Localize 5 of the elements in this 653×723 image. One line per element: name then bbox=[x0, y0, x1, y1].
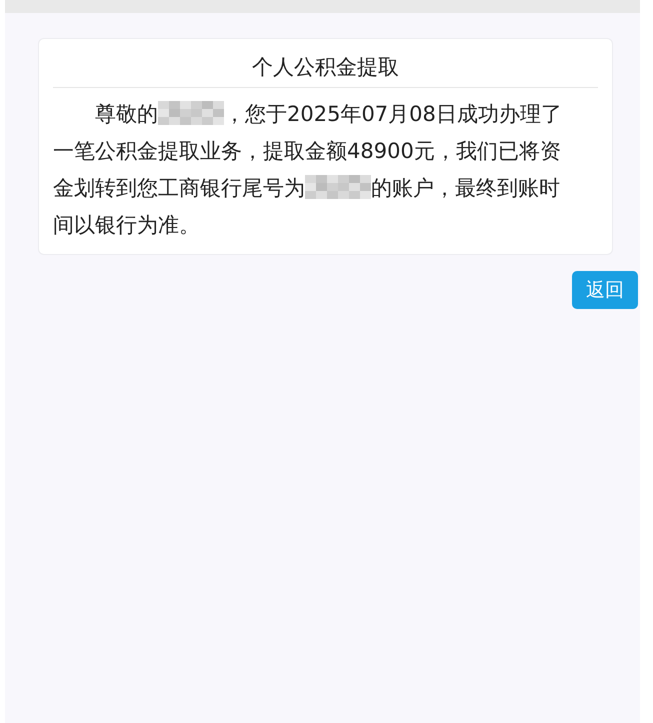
card-title: 个人公积金提取 bbox=[53, 47, 598, 88]
message-text: 尊敬的 ，您于2025年07月08日成功办理了一笔公积金提取业务，提取金额48900元，我们已将资金划转到您工商银行尾号为 的账户，最终到账时间以银行为准。 bbox=[53, 100, 563, 239]
redaction-mosaic bbox=[158, 101, 224, 125]
back-button[interactable]: 返回 bbox=[572, 271, 638, 309]
redaction-mosaic bbox=[305, 175, 371, 199]
